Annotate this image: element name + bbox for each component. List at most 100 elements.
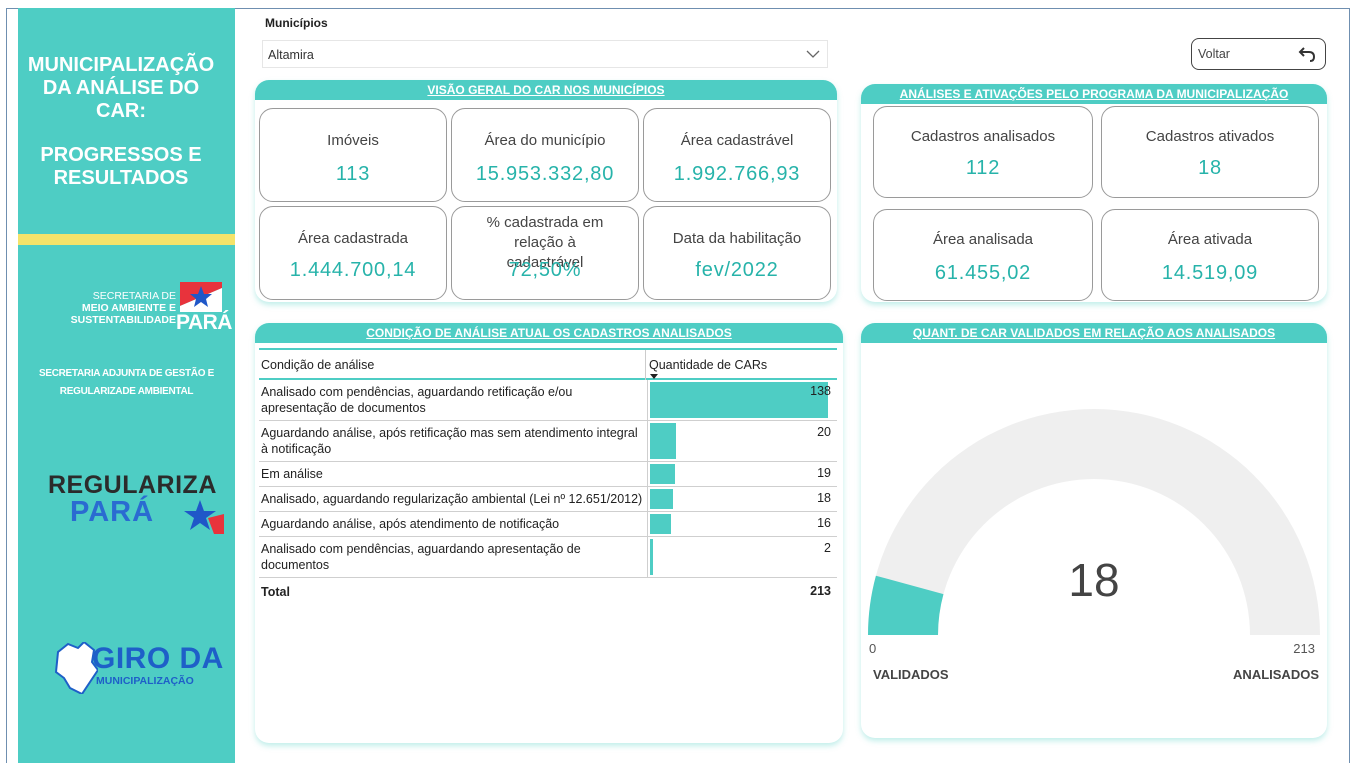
table-row[interactable]: Analisado com pendências, aguardando apr… xyxy=(259,537,837,578)
card-label: Área cadastrada xyxy=(297,230,409,247)
municipios-dropdown[interactable]: Altamira xyxy=(262,40,828,68)
card-label: Cadastros ativados xyxy=(1145,128,1275,145)
data-bar xyxy=(650,423,676,459)
condicao-cell: Aguardando análise, após retificação mas… xyxy=(261,426,638,456)
data-bar xyxy=(650,489,674,509)
back-arrow-icon xyxy=(1298,47,1316,62)
condicao-cell: Aguardando análise, após atendimento de … xyxy=(261,517,560,531)
title-line: CAR: xyxy=(96,100,146,122)
analisados-caption: ANALISADOS xyxy=(1233,667,1319,682)
card-value: 113 xyxy=(335,163,371,185)
gauge-title: QUANT. DE CAR VALIDADOS EM RELAÇÃO AOS A… xyxy=(861,323,1327,343)
card-label: Área ativada xyxy=(1167,231,1253,248)
imoveis-card: Imóveis 113 xyxy=(259,108,447,202)
condicao-cell: Analisado com pendências, aguardando apr… xyxy=(261,542,581,572)
visao-geral-panel: VISÃO GERAL DO CAR NOS MUNICÍPIOS Imóvei… xyxy=(255,80,837,302)
data-habilitacao-card: Data da habilitação fev/2022 xyxy=(643,206,831,300)
quantidade-cell: 2 xyxy=(647,537,837,577)
table-row[interactable]: Analisado, aguardando regularização ambi… xyxy=(259,487,837,512)
giro-da-municipalizacao-logo: GIRO DA MUNICIPALIZAÇÃO xyxy=(54,640,239,700)
data-bar xyxy=(650,514,671,534)
table-header: Condição de análise Quantidade de CARs xyxy=(259,348,837,380)
gauge-value: 18 xyxy=(1068,554,1120,606)
total-label: Total xyxy=(261,585,290,599)
card-label: Área analisada xyxy=(932,231,1034,248)
secretaria-adjunta-text: SECRETARIA ADJUNTA DE GESTÃO E REGULARIZ… xyxy=(18,365,235,401)
quantidade-value: 16 xyxy=(817,516,831,530)
sidebar-stripe xyxy=(18,234,235,245)
sec-adj-line: REGULARIZADE AMBIENTAL xyxy=(59,386,194,397)
gauge-max: 213 xyxy=(1293,641,1315,656)
condicao-title: CONDIÇÃO DE ANÁLISE ATUAL OS CADASTROS A… xyxy=(255,323,843,343)
sort-desc-icon xyxy=(650,374,658,379)
area-ativada-card: Área ativada 14.519,09 xyxy=(1101,209,1319,301)
card-value: 1.444.700,14 xyxy=(289,259,417,281)
quantidade-value: 20 xyxy=(817,425,831,439)
data-bar xyxy=(650,464,675,484)
condicao-cell: Analisado, aguardando regularização ambi… xyxy=(261,492,643,506)
card-value: 1.992.766,93 xyxy=(673,163,801,185)
card-label: Área do município xyxy=(484,132,606,149)
table-row[interactable]: Analisado com pendências, aguardando ret… xyxy=(259,380,837,421)
giro-text: GIRO DA xyxy=(92,642,224,675)
title-line: PROGRESSOS E xyxy=(40,144,202,166)
voltar-button[interactable]: Voltar xyxy=(1191,38,1326,70)
dashboard-title: MUNICIPALIZAÇÃO DA ANÁLISE DO CAR: PROGR… xyxy=(18,54,224,190)
col-condicao-header[interactable]: Condição de análise xyxy=(261,358,374,372)
analises-title: ANÁLISES E ATIVAÇÕES PELO PROGRAMA DA MU… xyxy=(861,84,1327,104)
card-label: Área cadastrável xyxy=(680,132,794,149)
regulariza-para-logo: REGULARIZA PARÁ xyxy=(48,471,224,534)
quantidade-cell: 138 xyxy=(647,380,837,420)
table-total-row: Total 213 xyxy=(259,578,837,602)
semas-para-text: PARÁ xyxy=(176,311,232,334)
condicao-cell: Analisado com pendências, aguardando ret… xyxy=(261,385,573,415)
condicao-cell: Em análise xyxy=(261,467,323,481)
total-value: 213 xyxy=(810,584,831,598)
table-row[interactable]: Aguardando análise, após retificação mas… xyxy=(259,421,837,462)
star-icon xyxy=(184,500,224,534)
para-flag-icon xyxy=(180,282,222,312)
col-quantidade-header[interactable]: Quantidade de CARs xyxy=(649,358,767,372)
municipalizacao-text: MUNICIPALIZAÇÃO xyxy=(96,675,194,687)
semas-logo: SECRETARIA DE MEIO AMBIENTE E SUSTENTABI… xyxy=(24,280,239,336)
municipios-filter-label: Municípios xyxy=(265,16,328,30)
quantidade-value: 18 xyxy=(817,491,831,505)
table-row[interactable]: Em análise 19 xyxy=(259,462,837,487)
municipios-selected-value: Altamira xyxy=(268,48,314,62)
card-value: fev/2022 xyxy=(695,259,779,281)
condicao-panel: CONDIÇÃO DE ANÁLISE ATUAL OS CADASTROS A… xyxy=(255,323,843,743)
area-cadastravel-card: Área cadastrável 1.992.766,93 xyxy=(643,108,831,202)
semas-line: MEIO AMBIENTE E xyxy=(81,302,176,314)
table-body: Analisado com pendências, aguardando ret… xyxy=(259,380,837,578)
semas-line: SECRETARIA DE xyxy=(92,290,176,302)
sidebar: MUNICIPALIZAÇÃO DA ANÁLISE DO CAR: PROGR… xyxy=(18,8,235,763)
analises-panel: ANÁLISES E ATIVAÇÕES PELO PROGRAMA DA MU… xyxy=(861,84,1327,302)
area-analisada-card: Área analisada 61.455,02 xyxy=(873,209,1093,301)
card-value: 18 xyxy=(1198,157,1222,179)
card-value: 15.953.332,80 xyxy=(475,163,615,185)
title-line: MUNICIPALIZAÇÃO xyxy=(27,54,215,76)
table-row[interactable]: Aguardando análise, após atendimento de … xyxy=(259,512,837,537)
quantidade-cell: 16 xyxy=(647,512,837,536)
title-line: RESULTADOS xyxy=(53,167,189,189)
area-municipio-card: Área do município 15.953.332,80 xyxy=(451,108,639,202)
card-label: Cadastros analisados xyxy=(910,128,1056,145)
card-value: 112 xyxy=(965,157,1001,179)
quantidade-value: 19 xyxy=(817,466,831,480)
percent-cadastrada-card: % cadastrada em relação à cadastrável 72… xyxy=(451,206,639,300)
cadastros-ativados-card: Cadastros ativados 18 xyxy=(1101,106,1319,198)
card-value: 14.519,09 xyxy=(1161,262,1259,284)
quantidade-cell: 18 xyxy=(647,487,837,511)
quantidade-value: 138 xyxy=(810,384,831,398)
card-value: 72,50% xyxy=(508,259,582,281)
sec-adj-line: SECRETARIA ADJUNTA DE GESTÃO E xyxy=(38,368,215,379)
card-label: Imóveis xyxy=(327,132,379,149)
visao-geral-title: VISÃO GERAL DO CAR NOS MUNICÍPIOS xyxy=(255,80,837,100)
quantidade-cell: 19 xyxy=(647,462,837,486)
data-bar xyxy=(650,539,653,575)
validados-caption: VALIDADOS xyxy=(873,667,949,682)
gauge-min: 0 xyxy=(869,641,877,656)
title-line: DA ANÁLISE DO xyxy=(42,77,200,99)
gauge-panel: QUANT. DE CAR VALIDADOS EM RELAÇÃO AOS A… xyxy=(861,323,1327,738)
data-bar xyxy=(650,382,828,418)
